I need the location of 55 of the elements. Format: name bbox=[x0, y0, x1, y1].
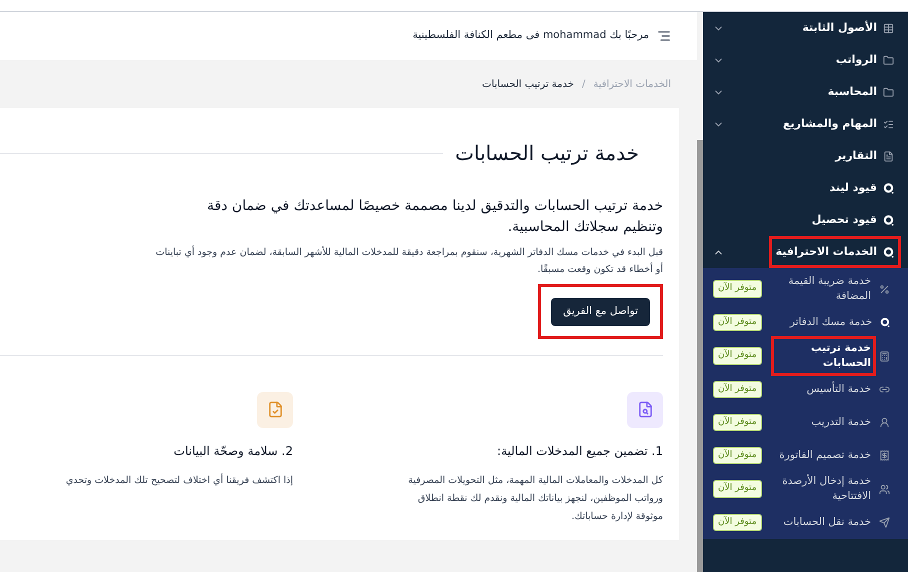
document-check-icon bbox=[266, 401, 284, 418]
link-icon bbox=[879, 384, 890, 395]
breadcrumb-separator: / bbox=[582, 78, 586, 92]
document-icon bbox=[883, 150, 894, 162]
people-icon bbox=[879, 484, 890, 494]
ring-icon bbox=[883, 182, 894, 194]
submenu-item[interactable]: خدمة التأسيس bbox=[774, 380, 873, 399]
menu-icon[interactable] bbox=[657, 29, 671, 43]
submenu-item[interactable]: خدمة تصميم الفاتورة bbox=[774, 446, 873, 465]
submenu-item[interactable]: خدمة إدخال الأرصدة الافتتاحية bbox=[774, 472, 873, 506]
availability-badge: متوفر الآن bbox=[713, 380, 762, 398]
ring-icon bbox=[880, 317, 890, 328]
table-icon bbox=[883, 22, 894, 34]
send-icon bbox=[879, 517, 890, 528]
lead-text: خدمة ترتيب الحسابات والتدقيق لدينا مصممة خصيصًا لمساعدتك في ضمان دقة وتنظيم سجلاتك المحاسبية. bbox=[206, 197, 663, 237]
contact-team-button[interactable]: تواصل مع الفريق bbox=[551, 298, 650, 326]
submenu-item[interactable]: خدمة نقل الحسابات bbox=[774, 513, 873, 532]
calculator-icon bbox=[879, 350, 890, 362]
sidebar-item[interactable]: التقارير bbox=[831, 142, 898, 170]
ring-icon bbox=[883, 214, 894, 226]
sidebar-item[interactable]: الأصول الثابتة bbox=[798, 14, 898, 42]
ring-icon bbox=[883, 246, 894, 258]
sidebar-item[interactable]: قيود تحصيل bbox=[808, 206, 898, 234]
sidebar-item[interactable]: الرواتب bbox=[832, 46, 898, 74]
person-icon bbox=[879, 417, 890, 428]
submenu-item[interactable]: خدمة ضريبة القيمة المضافة bbox=[774, 272, 873, 306]
feature-title: 2. سلامة وصحّة البيانات bbox=[172, 442, 293, 460]
availability-badge: متوفر الآن bbox=[713, 414, 762, 432]
scrollbar-thumb[interactable] bbox=[697, 140, 703, 572]
availability-badge: متوفر الآن bbox=[713, 446, 762, 464]
document-search-icon bbox=[636, 401, 654, 418]
availability-badge: متوفر الآن bbox=[713, 280, 762, 298]
sidebar-item[interactable]: المهام والمشاريع bbox=[779, 110, 898, 138]
submenu-item[interactable]: خدمة مسك الدفاتر bbox=[774, 313, 874, 332]
checklist-icon bbox=[883, 118, 894, 130]
sidebar-item[interactable]: قيود ليند bbox=[825, 174, 898, 202]
sidebar-item[interactable]: المحاسبة bbox=[824, 78, 898, 106]
submenu-item[interactable]: خدمة التدريب bbox=[774, 413, 873, 432]
feature-title: 1. تضمين جميع المدخلات المالية: bbox=[496, 442, 663, 460]
breadcrumb-current: خدمة ترتيب الحسابات bbox=[482, 78, 574, 92]
availability-badge: متوفر الآن bbox=[713, 514, 762, 532]
greeting-text: مرحبًا بك mohammad فى مطعم الكنافة الفلسطينية bbox=[412, 28, 649, 44]
feature-text: كل المدخلات والمعاملات المالية المهمة، مثل التحويلات المصرفية ورواتب الموظفين، لنجهز بياناتك المالية ونقدم لك نقطة انطلاق موثوقة لإدارة حساباتك. bbox=[407, 474, 663, 524]
availability-badge: متوفر الآن bbox=[713, 347, 762, 365]
folder-icon bbox=[883, 86, 894, 98]
submenu-item[interactable]: خدمة ترتيب الحسابات bbox=[774, 339, 873, 373]
availability-badge: متوفر الآن bbox=[713, 314, 762, 332]
receipt-icon bbox=[879, 450, 890, 461]
availability-badge: متوفر الآن bbox=[713, 480, 762, 498]
feature-text: إذا اكتشف فريقنا أي اختلاف لتصحيح تلك المدخلات وتحدي bbox=[64, 472, 293, 488]
folder-icon bbox=[883, 54, 894, 66]
page-title: خدمة ترتيب الحسابات bbox=[455, 140, 639, 167]
percent-icon bbox=[879, 284, 890, 294]
sidebar-item[interactable]: الخدمات الاحترافية bbox=[772, 238, 898, 266]
description-text: قبل البدء في خدمات مسك الدفاتر الشهرية، سنقوم بمراجعة دقيقة للمدخلات المالية للأشهر السابقة، لضمان عدم وجود أي تباينات أو أخطاء قد تكون وقعت مسبقًا. bbox=[154, 244, 663, 277]
